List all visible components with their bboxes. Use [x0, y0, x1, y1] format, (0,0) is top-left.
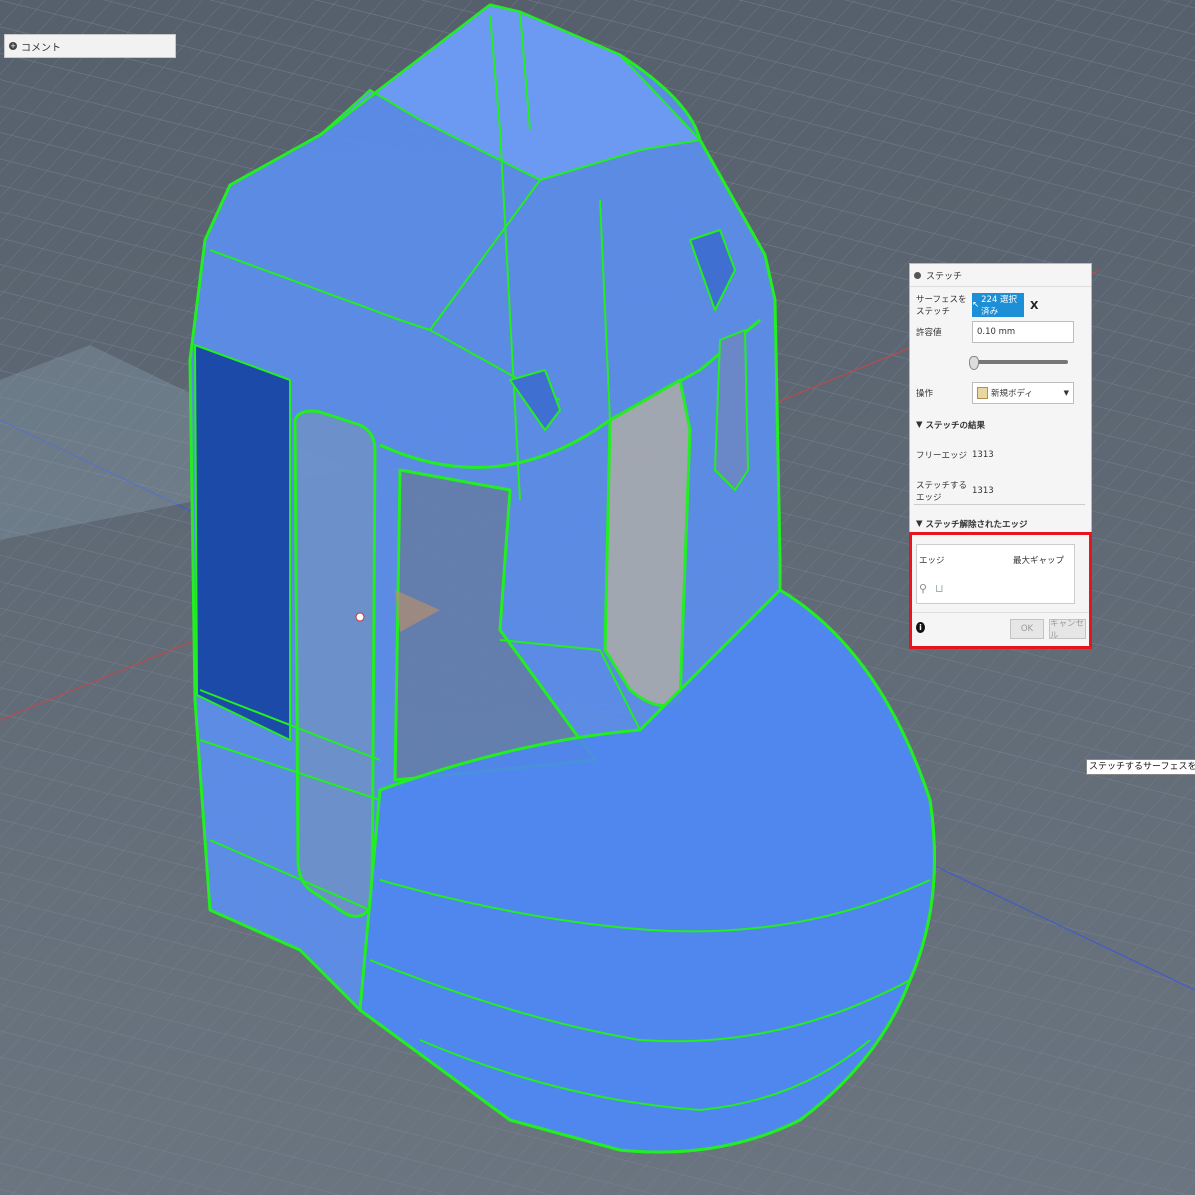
comment-panel[interactable]: + コメント [4, 34, 176, 58]
free-edges-row: フリーエッジ 1313 [916, 449, 994, 461]
surfaces-label: サーフェスをステッチ [916, 295, 967, 317]
operation-dropdown[interactable]: 新規ボディ ▼ [972, 382, 1074, 404]
plus-icon[interactable]: + [9, 42, 17, 50]
surfaces-row: サーフェスをステッチ ↖ 224 選択済み X [916, 293, 1038, 317]
stitched-edges-row: ステッチするエッジ 1313 [916, 479, 994, 503]
unstitched-edges-table[interactable]: エッジ 最大ギャップ ⚲ ⊔ [916, 544, 1075, 604]
dropdown-caret-icon: ▼ [1063, 389, 1069, 397]
new-body-icon [977, 387, 988, 399]
col-max-gap-header: 最大ギャップ [1013, 556, 1065, 566]
origin-marker [355, 612, 365, 622]
free-edges-label: フリーエッジ [916, 451, 968, 461]
operation-label: 操作 [916, 389, 934, 399]
triangle-down-icon: ▼ [916, 420, 923, 430]
info-icon[interactable]: i [916, 622, 925, 633]
col-edge-header: エッジ [919, 556, 945, 566]
surfaces-value: 224 選択済み [981, 295, 1018, 317]
tolerance-input[interactable]: 0.10 mm [972, 321, 1074, 343]
operation-row: 操作 新規ボディ ▼ [916, 382, 1074, 404]
slider-thumb[interactable] [969, 356, 979, 370]
zoom-icon[interactable]: ⚲ [919, 582, 927, 595]
results-section-header[interactable]: ▼ ステッチの結果 [916, 419, 985, 431]
stitched-edges-label: ステッチするエッジ [916, 481, 968, 503]
tolerance-row: 許容値 0.10 mm [916, 321, 1074, 343]
triangle-down-icon: ▼ [916, 519, 923, 529]
dialog-title: ステッチ [926, 271, 963, 282]
cancel-button[interactable]: キャンセル [1049, 619, 1086, 641]
free-edges-value: 1313 [972, 450, 994, 460]
unstitched-section-header[interactable]: ▼ ステッチ解除されたエッジ [916, 518, 1028, 530]
surfaces-select-button[interactable]: ↖ 224 選択済み [972, 293, 1024, 317]
tolerance-slider[interactable] [969, 356, 1068, 370]
stitch-dialog: ステッチ サーフェスをステッチ ↖ 224 選択済み X 許容値 0.10 mm… [909, 263, 1092, 648]
results-header: ステッチの結果 [925, 421, 986, 431]
dialog-header[interactable]: ステッチ [910, 264, 1091, 287]
fix-edge-icon[interactable]: ⊔ [935, 582, 944, 595]
tolerance-label: 許容値 [916, 328, 942, 338]
unstitched-header: ステッチ解除されたエッジ [925, 520, 1028, 530]
section-divider [914, 504, 1085, 505]
cursor-icon: ↖ [972, 300, 980, 310]
dialog-footer: i OK キャンセル [910, 612, 1091, 649]
collapse-icon[interactable] [914, 271, 921, 279]
operation-value: 新規ボディ [991, 389, 1033, 399]
clear-selection-button[interactable]: X [1030, 299, 1038, 312]
stitched-edges-value: 1313 [972, 486, 994, 496]
comment-label: コメント [21, 42, 61, 54]
tooltip: ステッチするサーフェスを選択 [1086, 759, 1195, 775]
ok-button[interactable]: OK [1010, 619, 1044, 639]
